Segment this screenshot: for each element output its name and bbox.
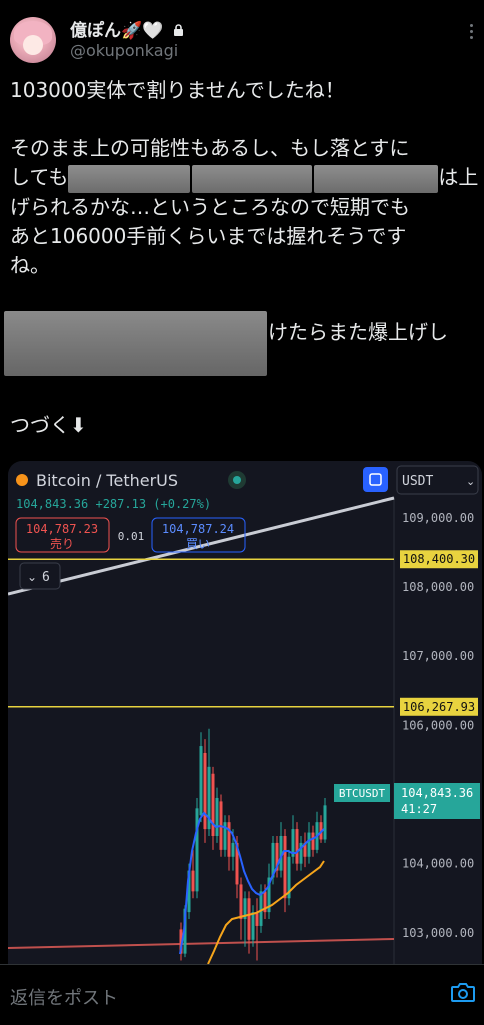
reply-bar: 返信をポスト — [0, 964, 484, 1025]
buy-price: 104,787.24 — [162, 522, 234, 536]
last-price: 104,843.36 — [401, 786, 473, 800]
level-label: 106,267.93 — [403, 700, 475, 714]
candle — [231, 842, 235, 857]
y-tick-label: 103,000.00 — [402, 926, 474, 940]
post-header: 億ぽん🚀🤍 @okuponkagi — [0, 0, 484, 70]
chart-image[interactable]: Bitcoin / TetherUS USDT ⌄ 104,843.36 +28… — [8, 461, 482, 964]
post-line: そのまま上の可能性もあるし、もし落とすに — [10, 136, 410, 160]
candle — [195, 808, 199, 892]
buy-label: 買い — [186, 537, 210, 551]
candle — [323, 805, 327, 840]
candle — [311, 832, 315, 850]
reply-input[interactable]: 返信をポスト — [10, 984, 118, 1010]
symbol-label: BTCUSDT — [339, 787, 386, 800]
redaction-block — [314, 164, 439, 193]
chevron-down-icon: ⌄ — [466, 475, 475, 488]
post-line: ね。 — [10, 252, 50, 277]
pair-title[interactable]: Bitcoin / TetherUS — [36, 471, 178, 490]
currency-label: USDT — [402, 474, 433, 489]
y-tick-label: 104,000.00 — [402, 857, 474, 871]
sell-price: 104,787.23 — [26, 522, 98, 536]
chevron-down-icon: ⌄ — [27, 570, 37, 584]
candle — [283, 836, 287, 899]
market-status-dot — [233, 476, 241, 484]
display-name-text: 億ぽん🚀🤍 — [70, 21, 164, 41]
candle — [259, 891, 263, 926]
post-line: げられるかな…というところなので短期でも — [10, 194, 410, 219]
post-line: あと106000手前くらいまでは握れそうです — [10, 223, 407, 248]
sell-label: 売り — [50, 536, 74, 551]
candle — [199, 746, 203, 816]
y-tick-label: 106,000.00 — [402, 718, 474, 732]
candle — [191, 870, 195, 892]
candle — [307, 832, 311, 857]
post-text: 103000実体で割りませんでしたね！ そのまま上の可能性もあるし、もし落とすに… — [10, 76, 480, 280]
post-line: つづく⬇ — [10, 413, 87, 437]
candle — [247, 898, 251, 940]
redaction-block — [192, 164, 313, 193]
bitcoin-icon — [16, 474, 28, 486]
indicators-toggle[interactable] — [19, 562, 61, 590]
candle — [295, 829, 299, 864]
post-line: しても は上 — [10, 163, 480, 193]
candle — [239, 884, 243, 920]
redaction-block — [68, 164, 191, 193]
candle — [227, 822, 231, 857]
chart-toolbar: Bitcoin / TetherUS USDT ⌄ 104,843.36 +28… — [16, 465, 479, 511]
post-line-part: しても — [10, 165, 69, 189]
candle-countdown: 41:27 — [401, 802, 437, 816]
candle — [203, 752, 207, 830]
moving-average-orange — [207, 860, 325, 964]
more-options-icon[interactable] — [470, 24, 474, 42]
avatar[interactable] — [10, 17, 56, 63]
level-label: 108,400.30 — [403, 552, 475, 566]
display-name[interactable]: 億ぽん🚀🤍 — [70, 16, 184, 41]
candle — [215, 797, 219, 837]
candle — [211, 773, 215, 837]
candle — [255, 912, 259, 926]
spread-value: 0.01 — [118, 530, 145, 543]
avatar-face — [23, 35, 43, 55]
support-line — [8, 938, 395, 949]
candle — [251, 912, 255, 940]
y-tick-label: 109,000.00 — [402, 511, 474, 525]
candlestick-chart: Bitcoin / TetherUS USDT ⌄ 104,843.36 +28… — [8, 465, 480, 964]
post-line: けたらまた爆上げし — [268, 320, 448, 344]
chart-toggle-button[interactable] — [363, 467, 388, 492]
y-tick-label: 107,000.00 — [402, 649, 474, 663]
lock-icon — [174, 24, 184, 36]
post-line: 103000実体で割りませんでしたね！ — [10, 78, 345, 102]
price-change: 104,843.36 +287.13 (+0.27%) — [16, 497, 211, 511]
redaction-block — [4, 311, 267, 376]
indicators-count: 6 — [42, 570, 50, 585]
y-tick-label: 108,000.00 — [402, 580, 474, 594]
camera-icon[interactable] — [450, 981, 476, 1003]
user-handle[interactable]: @okuponkagi — [70, 41, 178, 60]
post-line-part: は上 — [438, 165, 479, 189]
price-axis: 109,000.00 108,000.00 107,000.00 106,000.00… — [402, 511, 474, 940]
